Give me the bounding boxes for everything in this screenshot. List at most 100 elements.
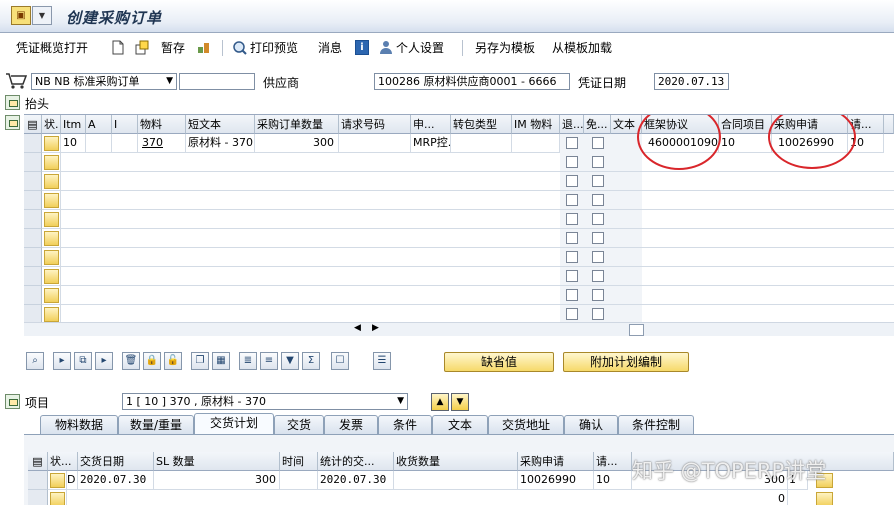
scroll-left-icon[interactable]: ◀: [354, 323, 361, 333]
messages-button[interactable]: 消息: [318, 34, 342, 62]
row-selector[interactable]: [28, 490, 48, 505]
free-item-checkbox[interactable]: [592, 232, 604, 244]
row-selector[interactable]: [24, 153, 42, 172]
item-number-cell[interactable]: 10: [61, 134, 86, 153]
column-header[interactable]: 申...: [411, 115, 451, 134]
time-cell[interactable]: [280, 471, 318, 490]
free-item-checkbox[interactable]: [592, 270, 604, 282]
status-icon[interactable]: [42, 305, 61, 322]
column-header[interactable]: 状...: [48, 452, 78, 471]
stat-delivery-date-cell[interactable]: 2020.07.30: [318, 471, 394, 490]
column-header[interactable]: 状.: [42, 115, 61, 134]
status-icon[interactable]: [42, 153, 61, 172]
load-from-template-button[interactable]: 从模板加载: [552, 34, 612, 62]
lock-icon[interactable]: 🔒: [143, 352, 161, 370]
personal-settings-button[interactable]: 个人设置: [396, 34, 444, 62]
copy-document-icon[interactable]: [135, 40, 149, 55]
column-header[interactable]: 采购订单数量: [255, 115, 339, 134]
insert-item-icon[interactable]: ▸: [95, 352, 113, 370]
next-item-icon[interactable]: ▼: [451, 393, 469, 411]
account-assignment-cell[interactable]: [86, 134, 112, 153]
other-document-icon[interactable]: [197, 40, 211, 55]
tab-material-data[interactable]: 物料数据: [40, 415, 118, 434]
schedule-status-cell[interactable]: D: [66, 471, 78, 490]
tab-confirmations[interactable]: 确认: [564, 415, 618, 434]
row-selector[interactable]: [24, 210, 42, 229]
status-icon[interactable]: [42, 172, 61, 191]
status-icon[interactable]: [42, 267, 61, 286]
column-header[interactable]: 交货日期: [78, 452, 154, 471]
schedule-requisition-cell[interactable]: 10026990: [518, 471, 594, 490]
tab-delivery[interactable]: 交货: [274, 415, 324, 434]
column-header[interactable]: IM 物料: [512, 115, 560, 134]
filter-icon[interactable]: ▼: [281, 352, 299, 370]
tab-condition-control[interactable]: 条件控制: [618, 415, 694, 434]
expand-item-icon[interactable]: ▸: [53, 352, 71, 370]
column-header[interactable]: 采购申请: [518, 452, 594, 471]
personal-settings-icon[interactable]: [379, 40, 393, 55]
row-selector[interactable]: [24, 248, 42, 267]
info-icon[interactable]: i: [355, 40, 369, 55]
tab-invoice[interactable]: 发票: [324, 415, 378, 434]
scroll-thumb[interactable]: [629, 324, 644, 336]
row-selector[interactable]: [24, 172, 42, 191]
short-text-cell[interactable]: 原材料 - 370: [186, 134, 255, 153]
header-expand-icon[interactable]: [5, 95, 20, 110]
sort-descending-icon[interactable]: ≡: [260, 352, 278, 370]
table-settings-icon[interactable]: ▤: [28, 452, 48, 471]
column-header[interactable]: 时间: [280, 452, 318, 471]
sum-icon[interactable]: Σ: [302, 352, 320, 370]
additional-planning-button[interactable]: 附加计划编制: [563, 352, 689, 372]
returns-checkbox[interactable]: [566, 308, 578, 320]
tab-delivery-schedule[interactable]: 交货计划: [194, 413, 274, 435]
item-detail-expand-icon[interactable]: [5, 394, 20, 409]
delivery-date-cell[interactable]: 2020.07.30: [78, 471, 154, 490]
free-item-checkbox[interactable]: [592, 213, 604, 225]
column-header[interactable]: 收货数量: [394, 452, 518, 471]
status-icon[interactable]: [42, 248, 61, 267]
row-selector[interactable]: [24, 191, 42, 210]
returns-checkbox[interactable]: [566, 175, 578, 187]
status-icon[interactable]: [42, 210, 61, 229]
column-header[interactable]: 转包类型: [451, 115, 512, 134]
document-number-field[interactable]: [179, 73, 255, 90]
row-selector[interactable]: [24, 134, 42, 153]
column-header[interactable]: 合同项目: [719, 115, 772, 134]
document-list-icon[interactable]: ☰: [373, 352, 391, 370]
subcontract-type-cell[interactable]: [451, 134, 512, 153]
table-config-icon[interactable]: ▦: [212, 352, 230, 370]
column-header[interactable]: I: [112, 115, 138, 134]
horizontal-scrollbar[interactable]: ◀ ▶: [24, 322, 894, 336]
delete-icon[interactable]: 🗑: [122, 352, 140, 370]
column-header[interactable]: A: [86, 115, 112, 134]
schedule-quantity-cell[interactable]: 300: [154, 471, 280, 490]
column-header[interactable]: 物料: [138, 115, 186, 134]
scroll-right-icon[interactable]: ▶: [372, 323, 379, 333]
column-header[interactable]: 退...: [560, 115, 584, 134]
quantity-cell[interactable]: 300: [255, 134, 339, 153]
tab-quantity-weight[interactable]: 数量/重量: [118, 415, 194, 434]
row-selector[interactable]: [24, 286, 42, 305]
print-preview-button[interactable]: 打印预览: [250, 34, 298, 62]
document-overview-button[interactable]: 凭证概览打开: [16, 34, 88, 62]
free-item-checkbox[interactable]: [592, 251, 604, 263]
row-selector[interactable]: [28, 471, 48, 490]
print-preview-icon[interactable]: [233, 40, 247, 55]
details-icon[interactable]: ⌕: [26, 352, 44, 370]
column-header[interactable]: 统计的交...: [318, 452, 394, 471]
status-icon[interactable]: [42, 191, 61, 210]
column-header[interactable]: 免...: [584, 115, 611, 134]
vendor-field[interactable]: 100286 原材料供应商0001 - 6666: [374, 73, 570, 90]
schedule-requisition-item-cell[interactable]: 10: [594, 471, 632, 490]
app-menu-icon[interactable]: ▣: [11, 6, 31, 25]
unlock-icon[interactable]: 🔓: [164, 352, 182, 370]
schedule-detail-icon[interactable]: [816, 492, 833, 505]
contract-item-cell[interactable]: 10: [719, 134, 772, 153]
item-overview-expand-icon[interactable]: [5, 115, 20, 130]
im-material-cell[interactable]: [512, 134, 560, 153]
returns-checkbox[interactable]: [566, 270, 578, 282]
returns-checkbox[interactable]: [566, 251, 578, 263]
returns-checkbox[interactable]: [566, 232, 578, 244]
app-menu-dropdown-icon[interactable]: ▼: [32, 6, 52, 25]
tab-delivery-address[interactable]: 交货地址: [488, 415, 564, 434]
